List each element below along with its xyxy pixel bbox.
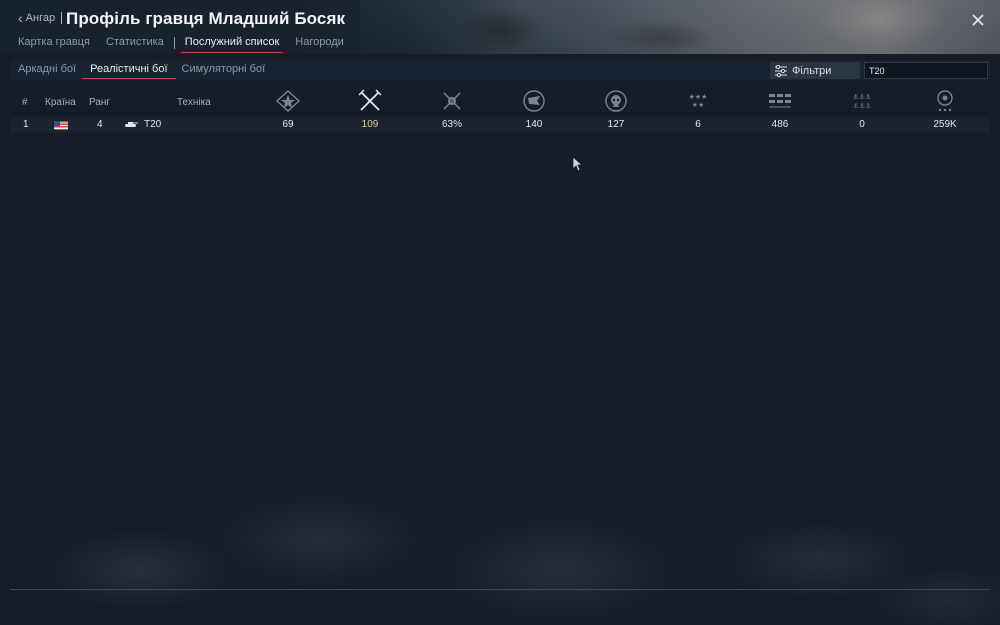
vehicle-search-input[interactable]	[864, 62, 988, 79]
row-number: 1	[23, 119, 29, 130]
svg-text:%: %	[450, 99, 455, 105]
stat-captures: 140	[525, 119, 543, 130]
col-country[interactable]: Країна	[45, 97, 76, 108]
anchors-icon[interactable]: ⚓⚓⚓ ⚓⚓⚓	[849, 89, 875, 113]
mouse-cursor-icon	[572, 156, 584, 172]
tank-icon	[125, 122, 138, 127]
usa-flag-icon	[54, 121, 68, 130]
row-vehicle-name: T20	[144, 119, 162, 130]
game-mode-bar: Аркадні бої Реалістичні бої Симуляторні …	[10, 60, 990, 80]
win-rate-icon[interactable]: %	[439, 89, 465, 113]
stat-naval-targets: 0	[859, 119, 865, 130]
balloon-icon[interactable]	[932, 89, 958, 113]
stat-victories: 109	[361, 119, 379, 130]
tab-realistic-battles[interactable]: Реалістичні бої	[82, 63, 176, 79]
filters-button[interactable]: Фільтри	[770, 62, 860, 79]
col-rank[interactable]: Ранг	[89, 97, 110, 108]
close-icon	[972, 14, 984, 26]
row-rank: 4	[97, 119, 103, 130]
profile-tabs: Картка гравця Статистика Послужний списо…	[18, 36, 360, 54]
tab-service-record[interactable]: Послужний список	[180, 36, 283, 54]
bottom-divider	[10, 589, 990, 590]
tab-arcade-battles[interactable]: Аркадні бої	[18, 63, 76, 75]
table-row[interactable]: 1 4 T20 69 109 63% 140 127 6 486 0 259K	[10, 117, 990, 133]
table-header: # Країна Ранг Техніка % ★★★ ★★ ⚓⚓⚓ ⚓⚓⚓	[10, 86, 990, 116]
tab-player-card[interactable]: Картка гравця	[18, 36, 90, 54]
background-fog	[0, 420, 1000, 625]
stat-silver-lions: 259K	[933, 119, 957, 130]
stat-battles: 69	[282, 119, 294, 130]
sliders-icon	[775, 64, 787, 77]
col-number[interactable]: #	[22, 97, 28, 108]
svg-text:★★: ★★	[692, 101, 705, 109]
tab-simulator-battles[interactable]: Симуляторні бої	[182, 63, 266, 75]
stat-ground-targets: 486	[771, 119, 789, 130]
profile-header: ‹ Ангар Профіль гравця Младший Босяк Кар…	[0, 0, 1000, 54]
battles-icon[interactable]	[275, 89, 301, 113]
stat-stars: 6	[695, 119, 701, 130]
filters-label: Фільтри	[792, 64, 832, 77]
col-vehicle[interactable]: Техніка	[177, 97, 211, 108]
tab-statistics[interactable]: Статистика	[106, 36, 164, 54]
skull-icon[interactable]	[603, 89, 629, 113]
ground-targets-icon[interactable]	[767, 89, 793, 113]
page-title: Профіль гравця Младший Босяк	[66, 9, 346, 28]
svg-text:⚓⚓⚓: ⚓⚓⚓	[853, 102, 872, 110]
stars-icon[interactable]: ★★★ ★★	[685, 89, 711, 113]
chevron-left-icon: ‹	[18, 10, 23, 26]
close-button[interactable]	[970, 12, 986, 28]
stat-kills: 127	[607, 119, 625, 130]
crossed-swords-icon[interactable]	[357, 89, 383, 113]
svg-text:⚓⚓⚓: ⚓⚓⚓	[853, 93, 872, 101]
svg-text:★★★: ★★★	[689, 93, 708, 101]
tab-awards[interactable]: Нагороди	[295, 36, 344, 54]
back-label: Ангар	[25, 12, 56, 24]
stat-win-rate: 63%	[441, 119, 463, 130]
back-to-hangar-link[interactable]: ‹ Ангар	[18, 10, 63, 26]
capture-flag-icon[interactable]	[521, 89, 547, 113]
